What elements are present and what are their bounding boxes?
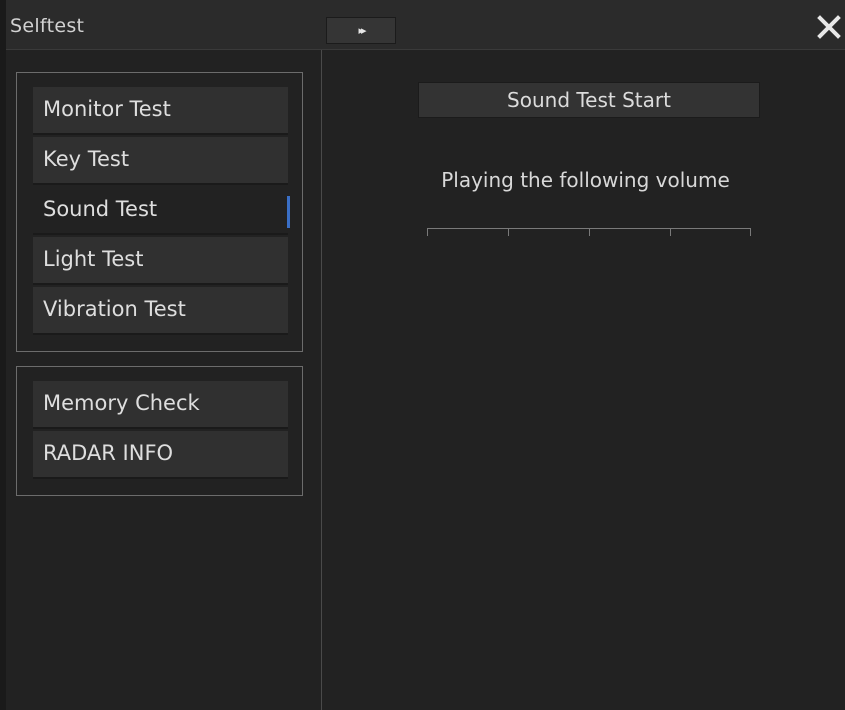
monitor-test-button[interactable]: Monitor Test (33, 87, 288, 135)
memory-check-button[interactable]: Memory Check (33, 381, 288, 429)
menu-item-label: Light Test (43, 247, 144, 271)
close-icon (817, 15, 841, 39)
volume-tick (427, 228, 428, 236)
sound-test-button[interactable]: Sound Test (33, 187, 290, 235)
volume-tick (589, 228, 590, 236)
volume-tick (670, 228, 671, 236)
light-test-button[interactable]: Light Test (33, 237, 288, 285)
menu-item-label: Vibration Test (43, 297, 186, 321)
menu-item-label: Monitor Test (43, 97, 171, 121)
radar-info-button[interactable]: RADAR INFO (33, 431, 288, 479)
menu-item-label: Memory Check (43, 391, 200, 415)
menu-item-label: RADAR INFO (43, 441, 174, 465)
status-text: Playing the following volume (441, 168, 730, 192)
sound-test-start-button[interactable]: Sound Test Start (418, 82, 760, 118)
volume-scale (427, 228, 751, 240)
selftest-window: Selftest ▸▸ Monitor Test Key Test Sound … (0, 0, 845, 710)
key-test-button[interactable]: Key Test (33, 137, 288, 185)
close-button[interactable] (815, 12, 843, 42)
menu-item-label: Key Test (43, 147, 130, 171)
vibration-test-button[interactable]: Vibration Test (33, 287, 288, 335)
title-bar: Selftest ▸▸ (6, 0, 845, 50)
test-menu-group: Monitor Test Key Test Sound Test Light T… (16, 72, 303, 352)
double-chevron-right-icon: ▸▸ (358, 24, 366, 37)
volume-tick (508, 228, 509, 236)
window-title: Selftest (10, 15, 85, 37)
info-menu-group: Memory Check RADAR INFO (16, 366, 303, 496)
menu-item-label: Sound Test (43, 197, 158, 221)
selection-indicator (287, 196, 290, 228)
panel-divider (321, 50, 322, 710)
expand-button[interactable]: ▸▸ (326, 17, 396, 44)
volume-tick (750, 228, 751, 236)
